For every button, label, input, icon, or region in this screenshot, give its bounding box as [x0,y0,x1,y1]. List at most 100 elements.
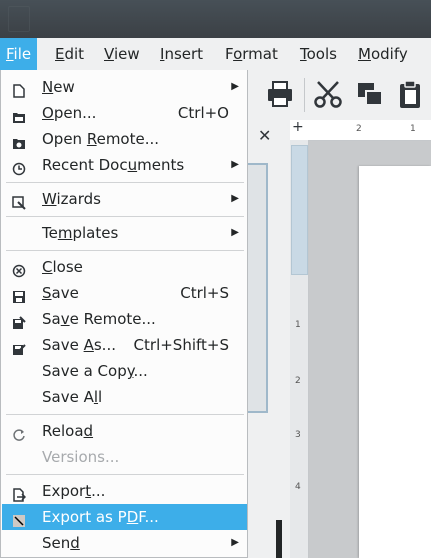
ruler-indicator [291,145,308,275]
close-panel-icon[interactable]: ✕ [258,126,271,145]
menu-view[interactable]: View [98,38,146,70]
menu-item-open[interactable]: Open... Ctrl+O [2,100,247,126]
new-document-icon [12,80,26,98]
menu-item-shortcut: Ctrl+S [180,284,229,302]
panel-frame [246,163,268,413]
menu-item-templates[interactable]: Templates ▶ [2,220,247,246]
menu-label-part: dit [64,45,85,63]
menu-label-part: F [225,45,234,63]
menu-mnemonic: u [127,156,138,174]
menu-label-part: lose [52,258,83,276]
panel-scrollbar[interactable] [276,520,282,558]
menu-item-label: Save a Copy... [42,358,148,384]
submenu-arrow-icon: ▶ [231,159,239,170]
paste-icon[interactable] [394,78,426,110]
menu-label-part: ools [306,45,337,63]
menu-label-part: Open [42,130,87,148]
submenu-arrow-icon: ▶ [231,193,239,204]
ruler-origin-icon: + [292,119,304,135]
menu-label-part: pen... [53,104,97,122]
ruler-tick-label: 3 [295,430,301,440]
menu-item-save-as[interactable]: Save As... Ctrl+Shift+S [2,332,247,358]
menu-item-label: Close [42,254,83,280]
menu-label-part: izards [56,190,101,208]
menu-item-save-copy[interactable]: Save a Copy... [2,358,247,384]
menu-label-part: ... [133,362,148,380]
menu-label-part: ile [13,45,32,63]
menu-item-export-pdf[interactable]: Export as PDF... [2,504,247,530]
menu-label-part: s... [93,336,116,354]
menu-mnemonic: A [83,336,94,354]
menu-separator [6,216,244,217]
menu-item-export[interactable]: Export... [2,478,247,504]
menu-mnemonic: o [233,45,243,63]
menu-label-part: Save a Cop [42,362,127,380]
app-icon [8,6,30,32]
menu-label-part: Reloa [42,422,84,440]
menu-format[interactable]: Format [219,38,284,70]
menu-label-part: e Remote... [69,310,156,328]
menu-item-label: Open Remote... [42,126,159,152]
save-as-icon [12,338,26,355]
open-remote-icon [12,132,26,149]
menu-item-send[interactable]: Send ▶ [2,530,247,556]
menu-modify[interactable]: Modify [352,38,414,70]
ruler-tick-label: 2 [295,376,301,386]
menu-mnemonic: R [86,130,97,148]
printer-icon[interactable] [264,78,296,110]
menu-label-part: nsert [164,45,204,63]
menu-label-part: Recent Doc [42,156,128,174]
menu-item-label: Export as PDF... [42,504,159,530]
menu-separator [6,414,244,415]
menu-label-part: Export as P [42,508,127,526]
clock-icon [12,158,26,176]
menu-label-part: Versions... [42,448,120,466]
menu-separator [6,250,244,251]
menu-item-save[interactable]: Save Ctrl+S [2,280,247,306]
menu-label-part: Sa [42,310,61,328]
ruler-tick-label: 1 [410,124,416,134]
menu-item-wizards[interactable]: Wizards ▶ [2,186,247,212]
save-icon [12,286,26,303]
menu-label-part: Expor [42,482,86,500]
menu-item-close[interactable]: Close [2,254,247,280]
wizard-icon [12,192,26,210]
menu-item-save-remote[interactable]: Save Remote... [2,306,247,332]
menu-item-shortcut: Ctrl+Shift+S [133,336,229,354]
menu-label-part: ... [91,482,106,500]
menu-label-part: plates [72,224,119,242]
menu-item-save-all[interactable]: Save All [2,384,247,410]
menu-label-part: l [98,388,103,406]
menu-item-label: Versions... [42,444,119,470]
menu-item-label: Save Remote... [42,306,156,332]
menu-item-open-remote[interactable]: Open Remote... [2,126,247,152]
menu-tools[interactable]: Tools [294,38,343,70]
menu-label-part: Save A [42,388,94,406]
menu-item-new[interactable]: New ▶ [2,74,247,100]
menu-item-label: Reload [42,418,93,444]
export-icon [12,484,27,502]
menu-item-shortcut: Ctrl+O [177,104,229,122]
menu-item-label: Send [42,530,80,556]
menu-mnemonic: d [70,534,80,552]
menu-separator [6,182,244,183]
menu-item-label: Recent Documents [42,152,184,178]
cut-icon[interactable] [312,78,344,110]
menu-mnemonic: D [126,508,139,526]
menu-item-reload[interactable]: Reload [2,418,247,444]
menu-mnemonic: T [300,45,307,63]
menu-item-recent[interactable]: Recent Documents ▶ [2,152,247,178]
horizontal-ruler: + 2 1 [290,119,431,141]
submenu-arrow-icon: ▶ [231,227,239,238]
menu-item-label: Wizards [42,186,101,212]
page[interactable] [359,166,431,558]
menu-label-part: F... [138,508,159,526]
menu-edit[interactable]: Edit [49,38,90,70]
menu-file[interactable]: File [0,38,38,70]
menu-mnemonic: S [42,284,52,302]
copy-icon[interactable] [354,78,386,110]
menu-label-part: iew [113,45,140,63]
menu-mnemonic: V [104,45,114,63]
menu-insert[interactable]: Insert [154,38,209,70]
export-pdf-icon [12,510,26,527]
